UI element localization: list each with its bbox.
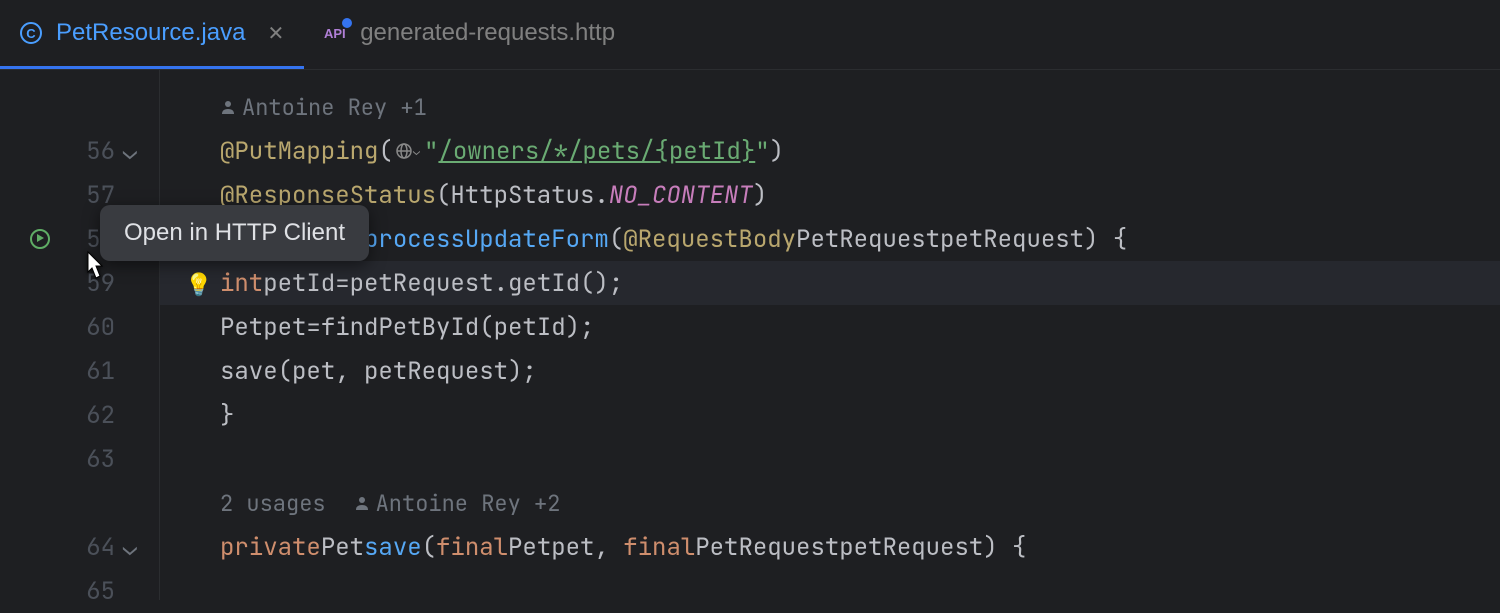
gutter: 56⌄ 57 58 59 60 61 62 63 64⌄ 65 <box>0 70 160 600</box>
editor: 56⌄ 57 58 59 60 61 62 63 64⌄ 65 Antoine … <box>0 70 1500 600</box>
line-number: 56 <box>75 136 115 167</box>
tab-label: PetResource.java <box>56 19 245 47</box>
line-number: 61 <box>75 356 115 387</box>
author-hint[interactable]: Antoine Rey +1 <box>160 85 1500 129</box>
globe-icon[interactable]: ⌄ <box>395 142 420 160</box>
code-area[interactable]: Antoine Rey +1 @PutMapping(⌄"/owners/*/p… <box>160 70 1500 600</box>
line-number: 60 <box>75 312 115 343</box>
fold-icon[interactable]: ⌄ <box>115 532 145 563</box>
fold-icon[interactable]: ⌄ <box>115 136 145 167</box>
java-class-icon: C <box>20 22 42 44</box>
tab-petresource[interactable]: C PetResource.java ✕ <box>0 0 304 69</box>
tab-label: generated-requests.http <box>360 19 615 47</box>
line-number: 63 <box>75 444 115 475</box>
line-number: 64 <box>75 532 115 563</box>
usages-hint[interactable]: 2 usages Antoine Rey +2 <box>160 481 1500 525</box>
tab-bar: C PetResource.java ✕ API generated-reque… <box>0 0 1500 70</box>
svg-text:C: C <box>26 26 36 41</box>
gutter-tooltip[interactable]: Open in HTTP Client <box>100 205 369 261</box>
close-icon[interactable]: ✕ <box>267 21 284 46</box>
cursor-icon <box>78 250 110 294</box>
svg-text:API: API <box>324 26 346 41</box>
line-number: 62 <box>75 400 115 431</box>
tab-requests[interactable]: API generated-requests.http <box>304 0 635 69</box>
http-file-icon: API <box>324 22 346 44</box>
run-gutter-icon[interactable] <box>25 229 55 249</box>
lightbulb-icon[interactable]: 💡 <box>185 270 212 299</box>
line-number: 65 <box>75 576 115 607</box>
